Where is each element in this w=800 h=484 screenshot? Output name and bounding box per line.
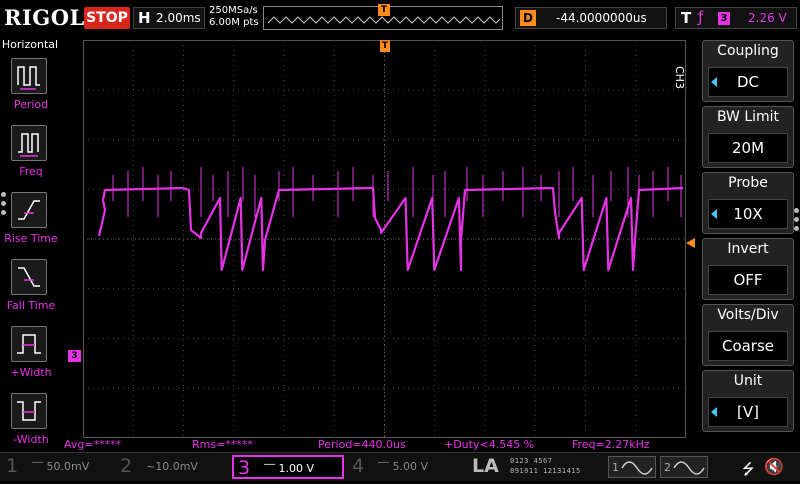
bw-limit-value: 20M (708, 133, 788, 163)
ch4-number: 4 (352, 455, 365, 477)
generator-2-number: 2 (664, 461, 671, 474)
usb-icon: ⭍ (742, 460, 755, 478)
coupling-value: DC (708, 67, 788, 97)
period-label: Period (13, 98, 49, 111)
selector-arrow-icon (711, 407, 717, 417)
oscilloscope-screen: RIGOL STOP H 2.00ms 250MSa/s 6.00M pts T… (0, 0, 800, 481)
generator-2-button[interactable]: 2 (660, 456, 708, 478)
invert-title: Invert (727, 241, 769, 257)
measure-negative-width[interactable]: -Width (0, 393, 60, 459)
measure-avg: Avg=***** (64, 438, 122, 451)
graticule (83, 40, 686, 438)
ch3-ground-marker[interactable]: 3 (68, 350, 81, 362)
la-row-1: 0123 4567 (510, 457, 553, 465)
trigger-label: T (681, 9, 692, 27)
volts-div-value: Coarse (708, 331, 788, 361)
logic-analyzer-channels: 0123 4567 891011 12131415 (510, 456, 602, 478)
ch3-number: 3 (238, 457, 251, 479)
fall-time-label: Fall Time (6, 299, 56, 312)
sine-wave-icon (621, 461, 653, 475)
measure-duty: +Duty<4.545 % (444, 438, 535, 451)
bw-limit-title: BW Limit (716, 109, 780, 125)
negative-width-label: -Width (13, 433, 49, 446)
invert-button[interactable]: Invert OFF (702, 238, 794, 300)
negative-width-icon (11, 393, 47, 429)
la-row-2: 891011 12131415 (510, 467, 581, 475)
delay-box[interactable]: D -44.0000000us (515, 7, 667, 29)
positive-width-label: +Width (10, 366, 52, 379)
ch1-number: 1 (6, 455, 19, 477)
measure-rms: Rms=***** (192, 438, 253, 451)
delay-value: -44.0000000us (556, 11, 647, 25)
rise-time-icon (11, 192, 47, 228)
volts-div-button[interactable]: Volts/Div Coarse (702, 304, 794, 366)
measure-fall-time[interactable]: Fall Time (0, 259, 60, 325)
measure-freq-value: Freq=2.27kHz (572, 438, 650, 451)
ch3-status[interactable]: 3 ‾‾ 1.00 V (232, 455, 344, 479)
top-status-bar: RIGOL STOP H 2.00ms 250MSa/s 6.00M pts T… (0, 0, 800, 38)
measure-period-value: Period=440.0us (318, 438, 406, 451)
overview-trigger-marker: T (378, 4, 390, 16)
ch3-scale: ‾‾ 1.00 V (264, 462, 315, 475)
measure-rise-time[interactable]: Rise Time (0, 192, 60, 258)
channel-menu-label: CH3 (673, 66, 686, 89)
measure-positive-width[interactable]: +Width (0, 326, 60, 392)
selector-arrow-icon (711, 209, 717, 219)
ch4-status[interactable]: 4 ‾‾ 5.00 V (348, 455, 460, 479)
bw-limit-button[interactable]: BW Limit 20M (702, 106, 794, 168)
horizontal-measure-menu: Horizontal Period Freq Rise Time Fall Ti… (0, 38, 60, 450)
ch2-number: 2 (120, 455, 133, 477)
speaker-muted-icon[interactable]: 🔇 (764, 457, 784, 476)
trigger-position-marker[interactable]: T (380, 40, 390, 52)
brand-logo: RIGOL (4, 5, 85, 30)
probe-title: Probe (728, 175, 768, 191)
measure-period[interactable]: Period (0, 58, 60, 124)
trigger-box[interactable]: T ƒ 3 2.26 V (675, 7, 797, 29)
coupling-button[interactable]: Coupling DC (702, 40, 794, 102)
trigger-level: 2.26 V (748, 11, 787, 25)
horizontal-label: H (138, 9, 151, 27)
menu-title: Horizontal (1, 38, 59, 51)
fall-time-icon (11, 259, 47, 295)
right-page-indicator (794, 208, 799, 235)
coupling-title: Coupling (717, 43, 779, 59)
generator-1-button[interactable]: 1 (608, 456, 656, 478)
selector-arrow-icon (711, 77, 717, 87)
sample-rate: 250MSa/s (209, 5, 258, 16)
rising-edge-icon: ƒ (698, 8, 704, 26)
logic-analyzer-label[interactable]: LA (472, 455, 499, 477)
freq-label: Freq (19, 165, 43, 178)
trigger-level-marker[interactable] (686, 238, 695, 248)
period-icon (11, 58, 47, 94)
trigger-source: 3 (718, 12, 730, 25)
ch3-trace (97, 186, 684, 272)
volts-div-title: Volts/Div (717, 307, 779, 323)
ch2-status[interactable]: 2 ~10.0mV (116, 455, 228, 479)
memory-depth: 6.00M pts (209, 17, 259, 28)
unit-button[interactable]: Unit [V] (702, 370, 794, 432)
timebase-box[interactable]: H 2.00ms (133, 7, 205, 29)
ch1-scale: ‾‾ 50.0mV (32, 460, 90, 473)
probe-button[interactable]: Probe 10X (702, 172, 794, 234)
run-stop-button[interactable]: STOP (84, 7, 130, 29)
unit-value: [V] (708, 397, 788, 427)
frequency-icon (11, 125, 47, 161)
waveform-display[interactable] (83, 40, 686, 438)
generator-1-number: 1 (612, 461, 619, 474)
measurement-bar: Avg=***** Rms=***** Period=440.0us +Duty… (60, 438, 690, 452)
rise-time-label: Rise Time (4, 232, 58, 245)
channel-settings-menu: Coupling DC BW Limit 20M Probe 10X Inver… (702, 40, 794, 432)
timebase-value: 2.00ms (156, 11, 201, 25)
delay-label: D (520, 10, 536, 26)
channel-status-bar: 1 ‾‾ 50.0mV 2 ~10.0mV 3 ‾‾ 1.00 V 4 ‾‾ 5… (0, 452, 800, 481)
positive-width-icon (11, 326, 47, 362)
ch1-status[interactable]: 1 ‾‾ 50.0mV (2, 455, 112, 479)
sine-wave-icon (673, 461, 705, 475)
invert-value: OFF (708, 265, 788, 295)
ch4-scale: ‾‾ 5.00 V (378, 460, 429, 473)
measure-freq[interactable]: Freq (0, 125, 60, 191)
probe-value: 10X (708, 199, 788, 229)
unit-title: Unit (733, 373, 763, 389)
ch2-scale: ~10.0mV (146, 460, 198, 473)
